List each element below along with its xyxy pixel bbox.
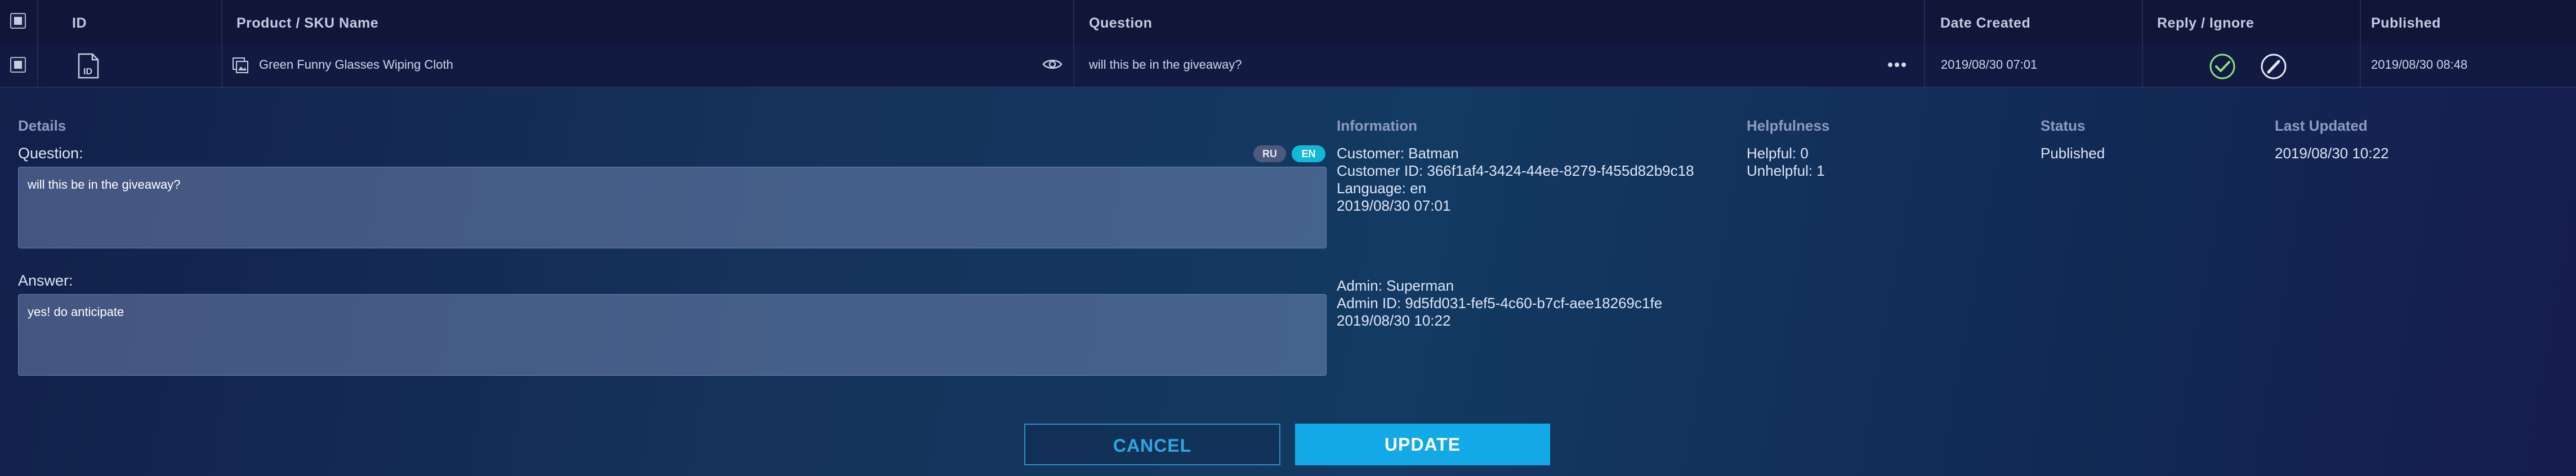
column-divider [1073,44,1074,87]
column-header-question[interactable]: Question [1089,15,1152,32]
column-divider [221,44,222,87]
status-value: Published [2041,145,2105,162]
table-header: ID Product / SKU Name Question Date Crea… [0,0,2576,45]
details-heading: Details [18,117,66,134]
column-divider [1924,0,1925,44]
question-date: 2019/08/30 07:01 [1337,197,1451,214]
column-divider [221,0,222,44]
question-label: Question: [18,145,83,162]
helpfulness-heading: Helpfulness [1747,117,1830,134]
question-text[interactable]: will this be in the giveaway? [1089,57,1242,72]
reply-check-icon[interactable] [2209,53,2236,80]
column-header-product[interactable]: Product / SKU Name [236,15,378,32]
column-divider [2142,44,2143,87]
id-card-icon[interactable]: ID [77,53,101,79]
svg-text:ID: ID [83,67,92,77]
column-divider [2360,0,2361,44]
answer-field[interactable]: yes! do anticipate [18,294,1327,376]
column-header-id[interactable]: ID [72,15,87,32]
row-checkbox[interactable] [10,57,26,73]
column-divider [2360,44,2361,87]
column-divider [1073,0,1074,44]
column-divider [37,0,38,44]
product-name[interactable]: Green Funny Glasses Wiping Cloth [259,57,453,72]
more-options-icon[interactable] [1887,62,1907,68]
ignore-icon[interactable] [2260,53,2287,80]
information-heading: Information [1337,117,1417,134]
select-all-checkbox[interactable] [10,13,26,29]
column-divider [2142,0,2143,44]
product-image-icon [233,57,248,73]
column-header-date-created[interactable]: Date Created [1940,15,2030,32]
unhelpful-count: Unhelpful: 1 [1747,162,1825,179]
answer-date: 2019/08/30 10:22 [1337,312,1451,329]
last-updated-heading: Last Updated [2275,117,2368,134]
column-divider [1924,44,1925,87]
answer-label: Answer: [18,272,73,289]
question-language: Language: en [1337,180,1427,197]
customer-id: Customer ID: 366f1af4-3424-44ee-8279-f45… [1337,162,1694,179]
column-divider [37,44,38,87]
helpful-count: Helpful: 0 [1747,145,1809,162]
customer-name: Customer: Batman [1337,145,1459,162]
column-header-reply-ignore[interactable]: Reply / Ignore [2157,15,2254,32]
language-toggle-ru[interactable]: RU [1253,145,1286,162]
admin-name: Admin: Superman [1337,277,1454,294]
date-created: 2019/08/30 07:01 [1941,57,2038,72]
published-date: 2019/08/30 08:48 [2371,57,2468,72]
column-header-published[interactable]: Published [2371,15,2441,32]
status-heading: Status [2041,117,2086,134]
cancel-button[interactable]: CANCEL [1024,424,1280,465]
language-toggle-en[interactable]: EN [1292,145,1325,162]
last-updated-value: 2019/08/30 10:22 [2275,145,2389,162]
eye-icon[interactable] [1042,57,1062,71]
admin-id: Admin ID: 9d5fd031-fef5-4c60-b7cf-aee182… [1337,295,1663,312]
update-button[interactable]: UPDATE [1295,424,1550,465]
question-field[interactable]: will this be in the giveaway? [18,167,1327,248]
